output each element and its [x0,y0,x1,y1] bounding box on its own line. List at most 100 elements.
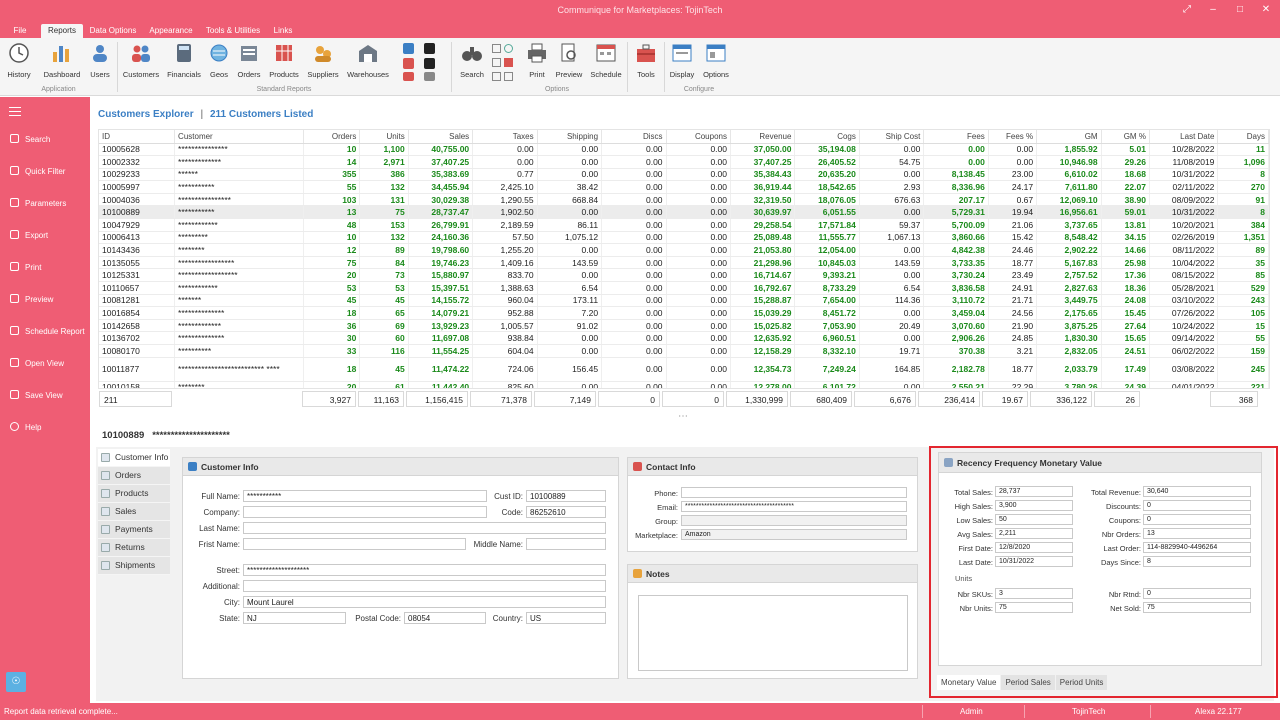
group-field[interactable] [681,515,907,526]
amazon-icon[interactable] [424,43,435,54]
street-field[interactable]: ******************** [243,564,606,576]
ebay-icon[interactable] [403,58,414,69]
company-field[interactable] [243,506,487,518]
marketplace-field[interactable]: Amazon [681,529,907,540]
table-row[interactable]: 10081281 ******* 45 45 14,155.72 960.04 173.11… [99,294,1269,308]
tab-shipments[interactable]: Shipments [98,557,170,575]
column-header[interactable]: ID [99,130,176,144]
minimize-icon[interactable]: – [1206,4,1220,15]
column-header[interactable]: Units [359,130,409,144]
column-header[interactable]: Coupons [666,130,731,144]
table-row[interactable]: 10047929 ************ 48 153 26,799.91 2,189.… [99,218,1269,232]
table-row[interactable]: 10136702 ************** 30 60 11,697.08 938.8… [99,331,1269,345]
column-header[interactable]: Cogs [794,130,860,144]
nav-item-parameters[interactable]: Parameters [0,198,90,216]
column-header[interactable]: Revenue [730,130,796,144]
suppliers-button[interactable]: Suppliers [301,40,345,84]
products-button[interactable]: Products [262,40,306,84]
country-field[interactable]: US [526,612,606,624]
column-header[interactable]: Fees % [988,130,1038,144]
column-header[interactable]: GM [1036,130,1102,144]
etsy-icon[interactable] [403,72,414,81]
table-row[interactable]: 10006413 ********* 10 132 24,160.36 57.50 1,07… [99,231,1269,245]
options-button[interactable]: Options [694,40,738,84]
first-name-field[interactable] [243,538,466,550]
filter-icon[interactable] [492,44,501,53]
close-icon[interactable]: ✕ [1259,4,1273,15]
nav-item-open-view[interactable]: Open View [0,358,90,376]
customers-grid[interactable]: ID Customer Orders Units Sales Taxes Shipping D… [98,129,1270,389]
tab-customer-info[interactable]: Customer Info [98,449,170,467]
maximize-icon[interactable]: □ [1233,4,1247,15]
columns-icon[interactable] [504,72,513,81]
nav-item-quick-filter[interactable]: Quick Filter [0,166,90,184]
column-header[interactable]: Days [1217,130,1269,144]
notes-textarea[interactable] [638,595,908,671]
tab-reports[interactable]: Reports [41,24,83,38]
column-header[interactable]: Fees [923,130,989,144]
table-row[interactable]: 10005997 *********** 55 132 34,455.94 2,425.1… [99,180,1269,194]
nav-item-help[interactable]: Help [0,422,90,440]
state-field[interactable]: NJ [243,612,346,624]
erase-icon[interactable] [504,58,513,67]
nav-item-schedule-report[interactable]: Schedule Report [0,326,90,344]
customers-button[interactable]: Customers [119,40,163,84]
fullscreen-icon[interactable]: ⤢ [1180,4,1194,15]
menu-file[interactable]: File [8,24,32,38]
filter-icons[interactable] [490,42,516,82]
nav-item-search[interactable]: Search [0,134,90,152]
table-row[interactable]: 10142658 ************* 36 69 13,929.23 1,005.… [99,319,1269,333]
tab-orders[interactable]: Orders [98,467,170,485]
table-row[interactable]: 10080170 ********** 33 116 11,554.25 604.04 0.… [99,344,1269,358]
tab-sales[interactable]: Sales [98,503,170,521]
column-header[interactable]: Customer [174,130,304,144]
walmart-icon[interactable] [403,43,414,54]
postal-code-field[interactable]: 08054 [404,612,486,624]
table-row[interactable]: 10011877 ************************** **** 1… [99,357,1269,382]
table-row[interactable]: 10002332 ************* 14 2,971 37,407.25 0.0… [99,155,1269,169]
tab-tools-utilities[interactable]: Tools & Utilities [205,24,261,38]
column-header[interactable]: Discs [601,130,667,144]
phone-field[interactable] [681,487,907,498]
hamburger-icon[interactable] [9,107,21,116]
column-header[interactable]: GM % [1101,130,1150,144]
column-header[interactable]: Sales [408,130,474,144]
tab-data-options[interactable]: Data Options [88,24,138,38]
tab-appearance[interactable]: Appearance [146,24,196,38]
email-field[interactable]: **************************************** [681,501,907,512]
splitter-handle[interactable]: ⋯ [678,411,688,422]
table-row[interactable]: 10016854 ************** 18 65 14,079.21 952.8… [99,306,1269,320]
grid-icon[interactable] [492,58,501,67]
marketplace-icons[interactable] [400,42,444,82]
full-name-field[interactable]: *********** [243,490,487,502]
store-icon[interactable] [424,58,435,69]
code-field[interactable]: 86252610 [526,506,606,518]
table-row[interactable]: 10143436 ******** 12 89 19,798.60 1,255.20 0.0… [99,243,1269,257]
search-button[interactable]: Search [450,40,494,84]
middle-name-field[interactable] [526,538,606,550]
column-header[interactable]: Orders [303,130,361,144]
table-row[interactable]: 10005628 *************** 10 1,100 40,755.00 0… [99,143,1269,157]
table-row[interactable]: 10029233 ****** 355 386 35,383.69 0.77 0.00 0.0… [99,168,1269,182]
pin-icon[interactable]: ☉ [6,672,26,692]
nav-item-export[interactable]: Export [0,230,90,248]
table-row[interactable]: 10010158 ******** 20 61 11,442.40 825.60 0.00 0… [99,381,1269,388]
nav-item-save-view[interactable]: Save View [0,390,90,408]
column-header[interactable]: Shipping [537,130,603,144]
table-row[interactable]: 10125331 ****************** 20 73 15,880.97 8… [99,268,1269,283]
additional-field[interactable] [243,580,606,592]
table-row[interactable]: 10110657 ************ 53 53 15,397.51 1,388.6… [99,281,1269,295]
column-header[interactable]: Taxes [472,130,538,144]
history-button[interactable]: History [0,40,41,84]
column-header[interactable]: Ship Cost [859,130,925,144]
column-header[interactable]: Last Date [1149,130,1219,144]
schedule-button[interactable]: Schedule [584,40,628,84]
table-row[interactable]: 10100889 *********** 13 75 28,737.47 1,902.50… [99,205,1269,220]
nav-item-preview[interactable]: Preview [0,294,90,312]
tab-links[interactable]: Links [270,24,296,38]
users-button[interactable]: Users [78,40,122,84]
nav-item-print[interactable]: Print [0,262,90,280]
table-row[interactable]: 10004036 **************** 103 131 30,029.38 1… [99,193,1269,207]
table-icon[interactable] [492,72,501,81]
last-name-field[interactable] [243,522,606,534]
